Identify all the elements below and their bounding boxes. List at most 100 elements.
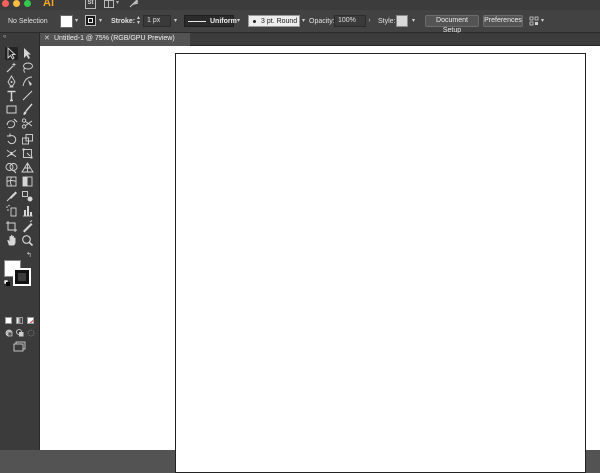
shaper-tool[interactable] [5,117,18,130]
mesh-tool[interactable] [5,175,18,188]
adobe-stock-icon[interactable]: St [85,0,96,9]
preferences-button[interactable]: Preferences [483,15,523,27]
artboard-tool[interactable] [5,220,18,233]
symbol-sprayer-tool[interactable] [5,204,18,217]
control-bar: No Selection ▾ ▾ Stroke: ▲ ▼ 1 px ▾ Unifo… [0,10,600,34]
column-graph-icon [23,206,33,217]
minimize-window-button[interactable] [13,0,20,7]
fill-chevron-down-icon[interactable]: ▾ [73,17,80,25]
shape-builder-tool[interactable] [5,161,18,174]
eyedropper-icon [6,191,17,202]
blend-icon [22,191,33,202]
close-tab-icon[interactable]: ✕ [44,35,50,43]
fill-stroke-widget: ↰ [0,243,40,286]
selection-status: No Selection [8,18,48,25]
opacity-chevron-right-icon[interactable]: › [366,17,373,25]
artboard[interactable] [175,53,586,473]
gradient-mode-button[interactable] [16,317,23,324]
draw-normal-icon[interactable] [5,329,13,337]
workspace-layout-icon[interactable] [104,0,114,8]
arrange-chevron-down-icon[interactable]: ▾ [539,17,546,25]
stroke-weight-stepper-icon[interactable]: ▲ ▼ [136,16,142,26]
symbol-sprayer-icon [6,204,17,217]
lasso-tool[interactable] [21,61,34,74]
free-transform-icon [22,148,33,159]
draw-behind-icon[interactable] [16,329,24,337]
rectangle-icon [6,105,17,114]
stroke-weight-chevron-down-icon[interactable]: ▾ [172,17,179,25]
selection-tool[interactable] [5,47,18,60]
direct-selection-icon [24,48,31,59]
profile-label: Uniform [210,18,237,25]
scale-icon [22,134,33,145]
mesh-icon [6,176,17,187]
rectangle-tool[interactable] [5,103,18,116]
opacity-input[interactable]: 100% [334,15,366,27]
opacity-label[interactable]: Opacity: [309,18,335,25]
canvas[interactable] [40,46,600,473]
rotate-tool[interactable] [5,133,18,146]
shape-builder-icon [5,163,18,174]
paintbrush-tool[interactable] [21,103,34,116]
type-tool[interactable] [5,89,18,102]
zoom-window-button[interactable] [24,0,31,7]
stroke-color-swatch[interactable] [85,15,96,26]
brush-definition-dropdown[interactable]: 3 pt. Round [248,15,300,27]
title-bar: Ai St ▾ [0,0,600,10]
blend-tool[interactable] [21,190,34,203]
none-mode-button[interactable] [27,317,34,324]
perspective-grid-tool[interactable] [21,161,34,174]
direct-selection-tool[interactable] [21,47,34,60]
magic-wand-tool[interactable] [5,61,18,74]
gradient-icon [22,176,33,187]
pen-tool[interactable] [5,75,18,88]
brush-dot-icon [253,20,256,23]
document-tab-bar: ✕ Untitled-1 @ 75% (RGB/GPU Preview) [40,33,600,46]
column-graph-tool[interactable] [21,204,34,217]
tools-panel-grip[interactable]: « [0,33,40,44]
color-mode-button[interactable] [5,317,12,324]
document-tab-title: Untitled-1 @ 75% (RGB/GPU Preview) [54,35,175,42]
close-window-button[interactable] [2,0,9,7]
graphic-style-swatch[interactable] [396,15,408,27]
style-label: Style: [378,18,396,25]
width-tool[interactable] [5,147,18,160]
brush-label: 3 pt. Round [261,18,298,25]
scale-tool[interactable] [21,133,34,146]
curvature-tool[interactable] [21,75,34,88]
tools-panel: « ↰ [0,33,40,450]
artboard-icon [6,221,17,232]
stroke-chevron-down-icon[interactable]: ▾ [97,17,104,25]
stroke-weight-input[interactable]: 1 px [143,15,171,27]
slice-icon [23,220,33,233]
stroke-box[interactable] [13,268,31,286]
fill-color-swatch[interactable] [60,15,73,28]
line-segment-tool[interactable] [21,89,34,102]
lasso-icon [23,62,33,73]
line-segment-icon [22,90,33,101]
gradient-tool[interactable] [21,175,34,188]
variable-width-profile-dropdown[interactable]: Uniform [184,15,237,27]
style-chevron-down-icon[interactable]: ▾ [410,17,417,25]
eyedropper-tool[interactable] [5,190,18,203]
default-fill-stroke-icon[interactable] [4,280,10,286]
brush-chevron-down-icon[interactable]: ▾ [300,17,307,25]
width-icon [6,149,17,158]
arrange-documents-icon[interactable] [529,16,539,26]
free-transform-tool[interactable] [21,147,34,160]
gpu-performance-icon[interactable] [128,0,140,8]
scissors-tool[interactable] [21,117,34,130]
scissors-icon [21,118,33,129]
swap-fill-stroke-icon[interactable]: ↰ [26,251,32,259]
document-setup-button[interactable]: Document Setup [425,15,479,34]
profile-chevron-down-icon[interactable]: ▾ [235,17,242,25]
paintbrush-icon [23,103,33,115]
stroke-label[interactable]: Stroke: [111,18,135,25]
document-tab[interactable]: ✕ Untitled-1 @ 75% (RGB/GPU Preview) [40,33,190,46]
draw-inside-icon[interactable] [27,329,35,337]
chevron-down-icon[interactable]: ▾ [116,0,119,7]
slice-tool[interactable] [21,220,34,233]
screen-mode-icon[interactable] [13,341,26,352]
perspective-grid-icon [21,162,34,173]
collapse-panel-icon[interactable]: « [3,34,6,40]
